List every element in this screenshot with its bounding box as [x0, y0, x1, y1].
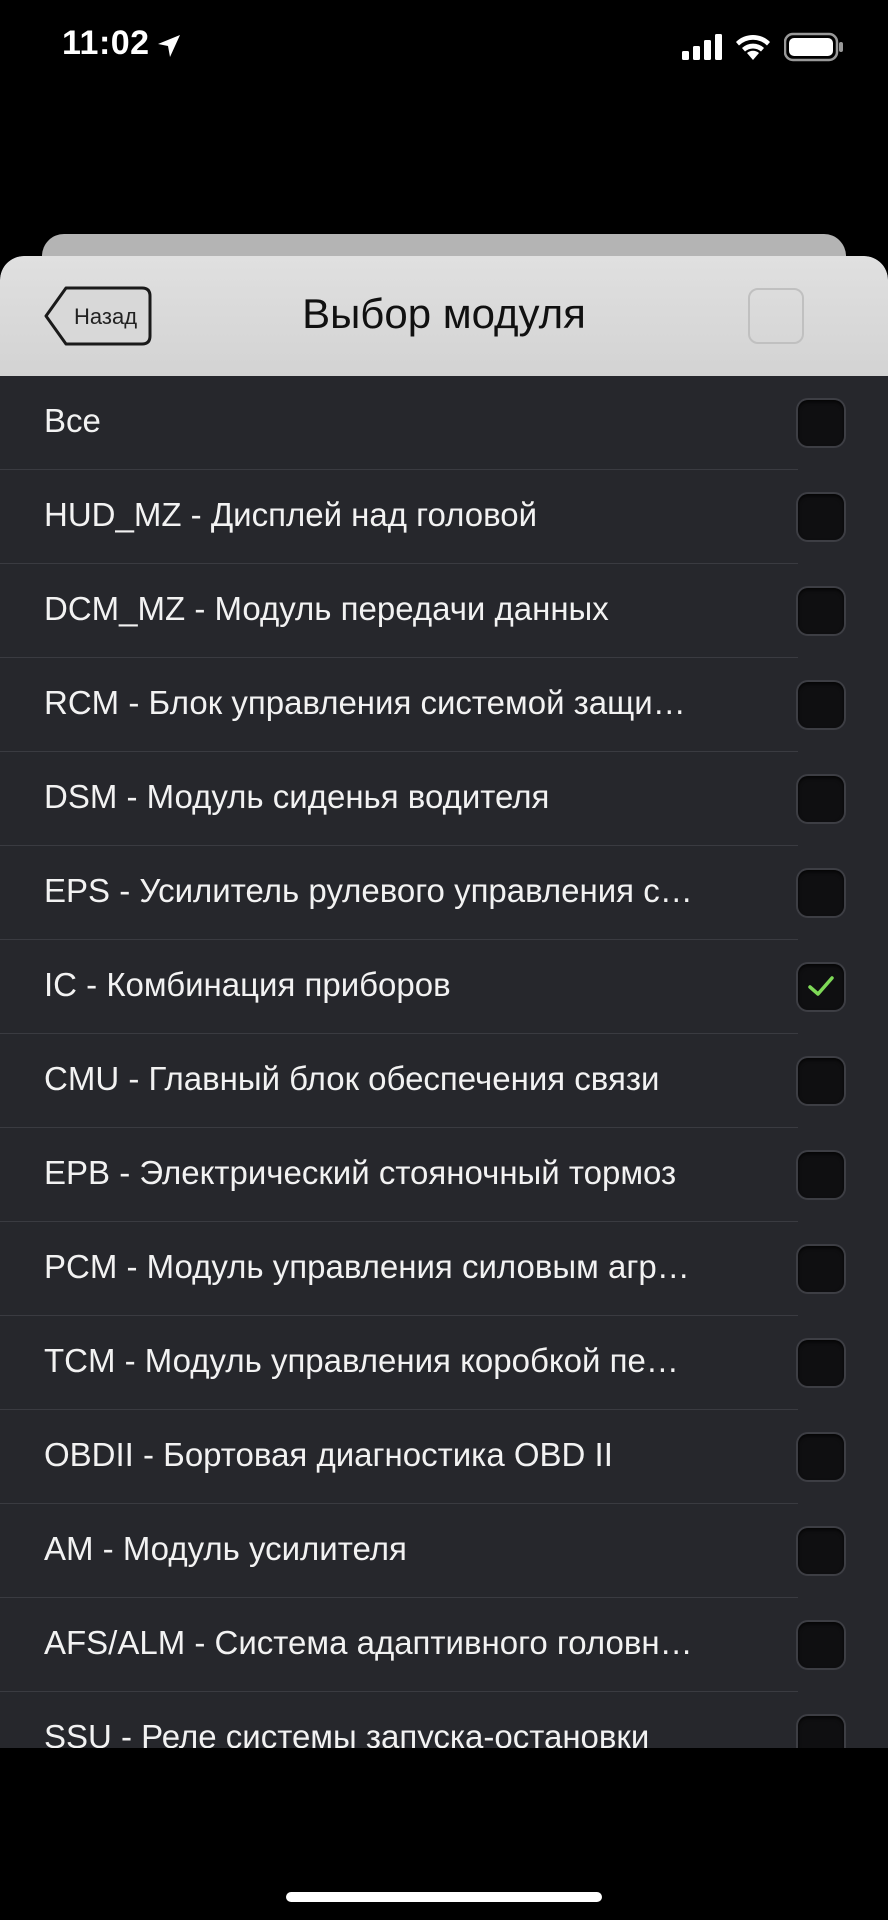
- module-label: OBDII - Бортовая диагностика OBD II: [44, 1436, 613, 1473]
- module-checkbox[interactable]: [798, 776, 844, 822]
- module-checkbox[interactable]: [798, 1058, 844, 1104]
- module-label: TCM - Модуль управления коробкой пе…: [44, 1342, 679, 1379]
- module-row[interactable]: AM - Модуль усилителя: [0, 1504, 888, 1598]
- module-checkbox[interactable]: [798, 682, 844, 728]
- module-checkbox[interactable]: [798, 1716, 844, 1748]
- module-row[interactable]: EPS - Усилитель рулевого управления с…: [0, 846, 888, 940]
- location-arrow-icon: [158, 35, 180, 57]
- module-checkbox[interactable]: [798, 1340, 844, 1386]
- module-list: Все HUD_MZ - Дисплей над головой DCM_MZ - …: [0, 376, 888, 1748]
- module-row[interactable]: AFS/ALM - Система адаптивного головн…: [0, 1598, 888, 1692]
- checkmark-icon: [808, 976, 834, 996]
- module-checkbox[interactable]: [798, 1528, 844, 1574]
- module-checkbox[interactable]: [798, 1622, 844, 1668]
- wifi-icon: [736, 34, 770, 60]
- module-label: EPB - Электрический стояночный тормоз: [44, 1154, 677, 1191]
- module-label: CMU - Главный блок обеспечения связи: [44, 1060, 660, 1097]
- module-label: AM - Модуль усилителя: [44, 1530, 407, 1567]
- cellular-signal-icon: [682, 34, 722, 60]
- module-row[interactable]: RCM - Блок управления системой защи…: [0, 658, 888, 752]
- module-row[interactable]: HUD_MZ - Дисплей над головой: [0, 470, 888, 564]
- module-row[interactable]: OBDII - Бортовая диагностика OBD II: [0, 1410, 888, 1504]
- module-row[interactable]: EPB - Электрический стояночный тормоз: [0, 1128, 888, 1222]
- module-label: HUD_MZ - Дисплей над головой: [44, 496, 538, 533]
- module-checkbox[interactable]: [798, 964, 844, 1010]
- module-row[interactable]: DCM_MZ - Модуль передачи данных: [0, 564, 888, 658]
- module-label: PCM - Модуль управления силовым агр…: [44, 1248, 690, 1285]
- module-row[interactable]: TCM - Модуль управления коробкой пе…: [0, 1316, 888, 1410]
- module-row[interactable]: DSM - Модуль сиденья водителя: [0, 752, 888, 846]
- module-checkbox[interactable]: [798, 1246, 844, 1292]
- module-select-sheet: Назад Выбор модуля Все HUD_MZ - Дисплей н…: [0, 256, 888, 1748]
- module-row[interactable]: SSU - Реле системы запуска-остановки: [0, 1692, 888, 1748]
- status-time: 11:02: [62, 24, 150, 62]
- module-label: RCM - Блок управления системой защи…: [44, 684, 686, 721]
- module-checkbox[interactable]: [798, 1152, 844, 1198]
- module-row[interactable]: Все: [0, 376, 888, 470]
- module-label: AFS/ALM - Система адаптивного головн…: [44, 1624, 693, 1661]
- page-title: Выбор модуля: [302, 290, 586, 337]
- module-checkbox[interactable]: [798, 494, 844, 540]
- module-label: EPS - Усилитель рулевого управления с…: [44, 872, 693, 909]
- module-row[interactable]: CMU - Главный блок обеспечения связи: [0, 1034, 888, 1128]
- module-row[interactable]: IC - Комбинация приборов: [0, 940, 888, 1034]
- module-label: Все: [44, 402, 101, 439]
- module-label: DSM - Модуль сиденья водителя: [44, 778, 550, 815]
- battery-icon: [784, 32, 843, 62]
- navigation-bar: Назад Выбор модуля: [0, 256, 888, 376]
- module-checkbox[interactable]: [798, 1434, 844, 1480]
- module-row[interactable]: PCM - Модуль управления силовым агр…: [0, 1222, 888, 1316]
- module-checkbox[interactable]: [798, 400, 844, 446]
- module-label: DCM_MZ - Модуль передачи данных: [44, 590, 609, 627]
- module-checkbox[interactable]: [798, 588, 844, 634]
- module-checkbox[interactable]: [798, 870, 844, 916]
- status-bar: 11:02: [0, 0, 888, 100]
- module-label: SSU - Реле системы запуска-остановки: [44, 1718, 650, 1748]
- home-indicator[interactable]: [286, 1892, 602, 1902]
- module-label: IC - Комбинация приборов: [44, 966, 451, 1003]
